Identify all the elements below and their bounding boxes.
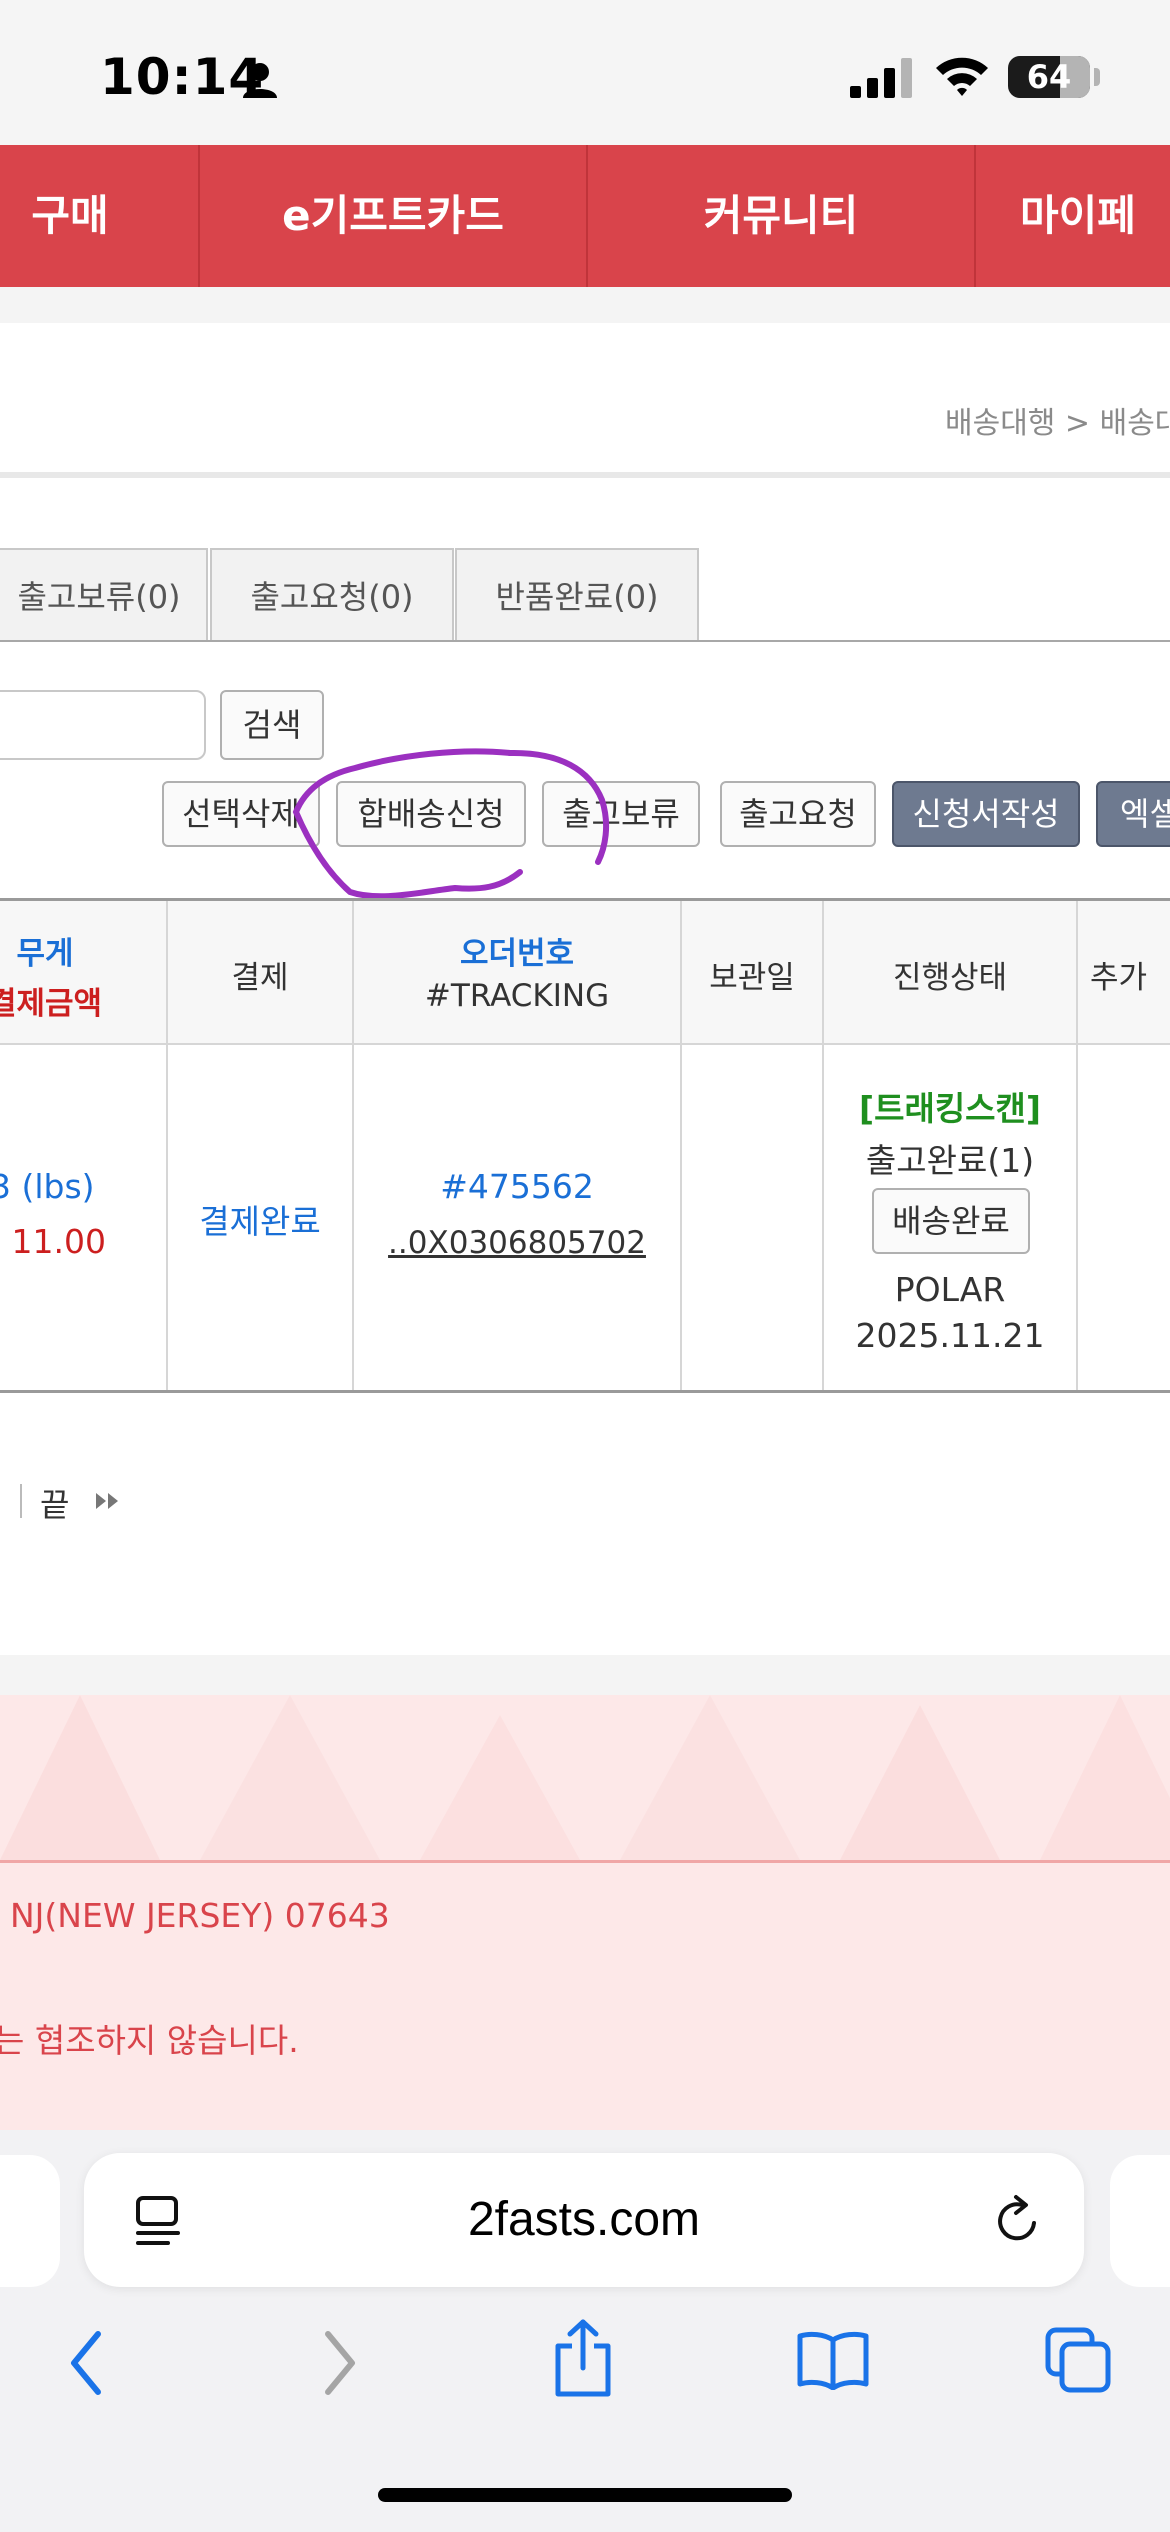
nav-item-community[interactable]: 커뮤니티 xyxy=(588,145,974,287)
footer-notice: 는 협조하지 않습니다. xyxy=(0,2021,299,2060)
nav-item-egift-card[interactable]: e기프트카드 xyxy=(200,145,586,287)
payment-status-link[interactable]: 결제완료 xyxy=(168,1195,352,1243)
person-icon xyxy=(243,63,277,98)
delete-selected-button[interactable]: 선택삭제 xyxy=(162,781,320,847)
double-chevron-right-icon[interactable] xyxy=(94,1490,122,1512)
merge-shipping-button[interactable]: 합배송신청 xyxy=(336,781,526,847)
header-amount: 결제금액 xyxy=(0,986,103,1022)
carrier-name: POLAR xyxy=(894,1270,1006,1309)
wifi-icon xyxy=(936,57,988,96)
back-icon[interactable] xyxy=(66,2328,106,2398)
search-button[interactable]: 검색 xyxy=(220,690,324,760)
header-payment: 결제 xyxy=(231,960,289,996)
share-icon[interactable] xyxy=(552,2318,614,2398)
battery-indicator: 64 xyxy=(1008,56,1090,98)
nav-item-purchase[interactable]: 구매 xyxy=(0,145,160,287)
hold-release-button[interactable]: 출고보류 xyxy=(542,781,700,847)
breadcrumb: 배송대행 > 배송대행 xyxy=(945,406,1170,441)
next-tab-preview[interactable] xyxy=(1110,2155,1170,2287)
home-indicator xyxy=(378,2488,792,2502)
amount-value: $ 11.00 xyxy=(0,1222,106,1261)
reload-icon[interactable] xyxy=(992,2193,1044,2249)
header-order-number: 오더번호 xyxy=(459,936,575,972)
previous-tab-preview[interactable] xyxy=(0,2155,60,2287)
order-number-link[interactable]: #475562 xyxy=(354,1167,680,1206)
excel-button[interactable]: 엑셀 xyxy=(1096,781,1170,847)
address-bar[interactable]: 2fasts.com xyxy=(84,2153,1084,2287)
battery-level: 64 xyxy=(1026,58,1072,96)
url-text: 2fasts.com xyxy=(467,2193,701,2246)
nav-item-mypage[interactable]: 마이페 xyxy=(1020,145,1170,287)
header-status: 진행상태 xyxy=(892,960,1008,996)
weight-value: 3 (lbs) xyxy=(0,1167,95,1206)
main-nav: 구매 e기프트카드 커뮤니티 마이페 xyxy=(0,145,1170,287)
request-release-button[interactable]: 출고요청 xyxy=(720,781,876,847)
tab-returned[interactable]: 반품완료(0) xyxy=(455,548,699,642)
header-storage-date: 보관일 xyxy=(709,960,795,996)
delivered-button[interactable]: 배송완료 xyxy=(872,1188,1030,1254)
write-application-button[interactable]: 신청서작성 xyxy=(892,781,1080,847)
bookmarks-icon[interactable] xyxy=(796,2330,870,2390)
tab-release-requested[interactable]: 출고요청(0) xyxy=(210,548,454,642)
pager-last-link[interactable]: 끝 xyxy=(40,1480,69,1526)
shipped-status: 출고완료(1) xyxy=(865,1141,1035,1180)
cellular-signal-icon xyxy=(850,58,912,98)
header-weight: 무게 xyxy=(16,936,74,972)
pager-divider xyxy=(20,1484,22,1518)
header-extra: 추가 xyxy=(1090,960,1148,996)
footer-address: NJ(NEW JERSEY) 07643 xyxy=(10,1896,390,1935)
tracking-number-link[interactable]: ..0X0306805702 xyxy=(354,1225,680,1261)
forward-icon[interactable] xyxy=(320,2328,360,2398)
status-bar: 10:14 64 xyxy=(0,0,1170,145)
header-tracking: #TRACKING xyxy=(424,978,610,1014)
tabs-icon[interactable] xyxy=(1044,2326,1112,2394)
tab-on-hold[interactable]: 출고보류(0) xyxy=(0,548,208,642)
status-date: 2025.11.21 xyxy=(855,1316,1045,1355)
search-input[interactable] xyxy=(0,690,206,760)
tracking-scan-status[interactable]: [트래킹스캔] xyxy=(824,1082,1076,1130)
